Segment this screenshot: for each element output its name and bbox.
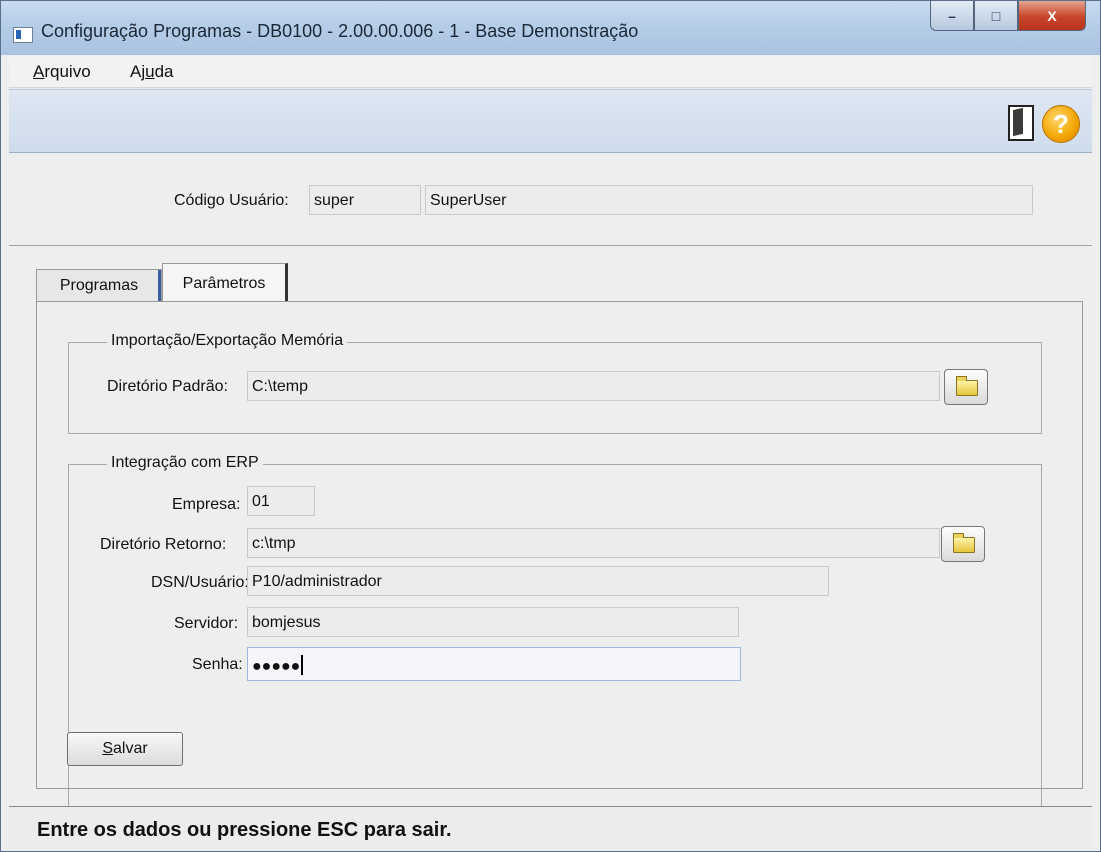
retorno-dir-field[interactable]: c:\tmp bbox=[247, 528, 940, 558]
menu-ajuda-label: da bbox=[154, 62, 174, 81]
window-controls: – □ X bbox=[930, 1, 1086, 31]
maximize-button[interactable]: □ bbox=[974, 1, 1018, 31]
window-title: Configuração Programas - DB0100 - 2.00.0… bbox=[41, 21, 639, 41]
empresa-field[interactable]: 01 bbox=[247, 486, 315, 516]
save-button-label: alvar bbox=[112, 740, 148, 757]
servidor-field[interactable]: bomjesus bbox=[247, 607, 739, 637]
menu-arquivo-mnemonic: A bbox=[33, 62, 45, 81]
default-dir-field[interactable]: C:\temp bbox=[247, 371, 940, 401]
close-icon: X bbox=[1047, 7, 1057, 24]
menu-arquivo-label: rquivo bbox=[44, 62, 91, 81]
folder-icon bbox=[953, 533, 975, 553]
folder-icon bbox=[956, 376, 978, 396]
app-window: Configuração Programas - DB0100 - 2.00.0… bbox=[0, 0, 1101, 852]
minimize-icon: – bbox=[948, 7, 956, 24]
senha-field[interactable]: ●●●●● bbox=[247, 647, 741, 681]
menu-arquivo[interactable]: Arquivo bbox=[33, 62, 91, 82]
menu-ajuda-label-pre: Aj bbox=[130, 62, 146, 81]
text-caret bbox=[301, 655, 304, 675]
user-code-label: Código Usuário: bbox=[174, 192, 289, 209]
default-dir-label: Diretório Padrão: bbox=[107, 378, 228, 395]
menu-ajuda-mnemonic: u bbox=[145, 62, 155, 81]
empresa-label: Empresa: bbox=[172, 496, 241, 513]
close-button[interactable]: X bbox=[1018, 1, 1086, 31]
app-icon bbox=[13, 27, 33, 43]
browse-default-dir-button[interactable] bbox=[944, 369, 988, 405]
dsn-user-label: DSN/Usuário: bbox=[151, 574, 249, 591]
import-export-group-title: Importação/Exportação Memória bbox=[107, 332, 348, 350]
save-button[interactable]: Salvar bbox=[67, 732, 183, 766]
tab-parametros[interactable]: Parâmetros bbox=[162, 263, 288, 303]
user-panel: Código Usuário: super SuperUser bbox=[9, 153, 1092, 246]
retorno-dir-label: Diretório Retorno: bbox=[100, 536, 227, 553]
menu-ajuda[interactable]: Ajuda bbox=[130, 62, 174, 82]
browse-retorno-dir-button[interactable] bbox=[941, 526, 985, 562]
status-message: Entre os dados ou pressione ESC para sai… bbox=[37, 819, 452, 841]
tab-programas[interactable]: Programas bbox=[36, 269, 162, 301]
dsn-user-field[interactable]: P10/administrador bbox=[247, 566, 829, 596]
menu-bar: Arquivo Ajuda bbox=[9, 57, 1092, 88]
erp-group-title: Integração com ERP bbox=[107, 454, 263, 472]
exit-door-icon[interactable] bbox=[1008, 105, 1034, 141]
senha-label: Senha: bbox=[192, 656, 243, 673]
save-button-mnemonic: S bbox=[102, 740, 113, 757]
toolbar: ? bbox=[9, 89, 1092, 153]
senha-value: ●●●●● bbox=[252, 658, 301, 675]
user-name-field[interactable]: SuperUser bbox=[425, 185, 1033, 215]
user-code-field[interactable]: super bbox=[309, 185, 421, 215]
servidor-label: Servidor: bbox=[174, 615, 239, 632]
tab-panel-parametros: Importação/Exportação Memória Diretório … bbox=[36, 301, 1083, 830]
title-bar[interactable]: Configuração Programas - DB0100 - 2.00.0… bbox=[1, 1, 1100, 55]
status-bar: Entre os dados ou pressione ESC para sai… bbox=[9, 806, 1092, 848]
help-icon[interactable]: ? bbox=[1042, 105, 1080, 143]
minimize-button[interactable]: – bbox=[930, 1, 974, 31]
maximize-icon: □ bbox=[991, 7, 1001, 24]
